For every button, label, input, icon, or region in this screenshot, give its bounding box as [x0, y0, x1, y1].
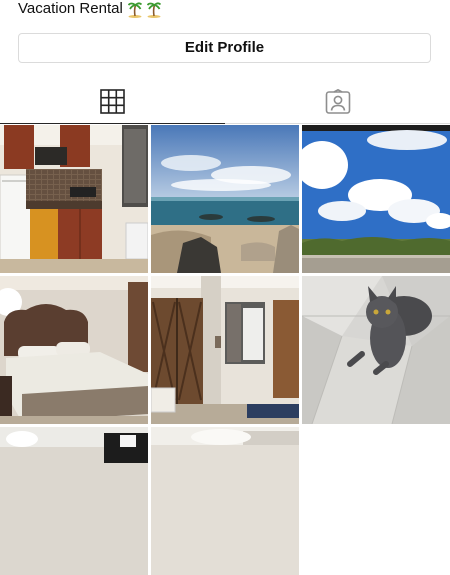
- grid-icon: [100, 89, 125, 114]
- palm-tree-icon: [127, 1, 142, 18]
- tab-posts-grid[interactable]: [0, 80, 225, 124]
- palm-tree-icon: [146, 1, 161, 18]
- post-thumbnail[interactable]: [151, 427, 299, 575]
- post-thumbnail[interactable]: [151, 276, 299, 424]
- posts-grid: [0, 125, 450, 575]
- tab-tagged[interactable]: [225, 80, 450, 124]
- post-thumbnail[interactable]: [0, 427, 148, 575]
- post-thumbnail[interactable]: [302, 276, 450, 424]
- post-thumbnail[interactable]: [151, 125, 299, 273]
- post-thumbnail[interactable]: [302, 125, 450, 273]
- bio-text: Vacation Rental: [18, 0, 123, 17]
- post-thumbnail[interactable]: [0, 125, 148, 273]
- post-thumbnail[interactable]: [0, 276, 148, 424]
- profile-tabs: [0, 80, 450, 124]
- profile-bio: Vacation Rental: [18, 0, 161, 20]
- tagged-person-icon: [325, 88, 350, 114]
- edit-profile-button[interactable]: Edit Profile: [18, 33, 431, 63]
